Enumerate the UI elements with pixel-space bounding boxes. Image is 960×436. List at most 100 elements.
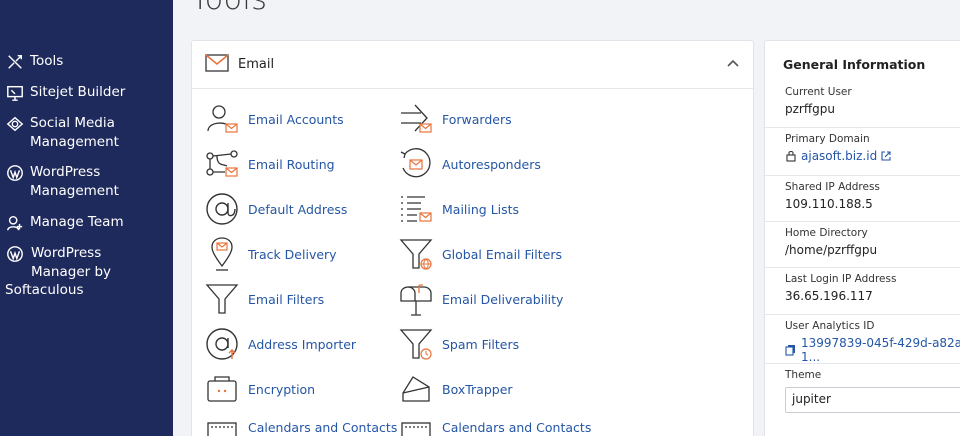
analytics-id-row: User Analytics ID 13997839-045f-429d-a82… xyxy=(765,314,960,364)
tools-icon xyxy=(5,52,25,72)
tool-label: Spam Filters xyxy=(442,336,520,352)
tool-calendars-contacts[interactable]: Calendars and Contacts xyxy=(205,409,397,436)
chevron-up-icon[interactable] xyxy=(725,56,741,72)
last-login-value: 36.65.196.117 xyxy=(785,289,873,303)
tool-label: Calendars and Contacts xyxy=(248,419,398,435)
mailing-list-icon xyxy=(399,191,433,227)
sidebar-item-wordpress-manager[interactable]: WordPress Manager by xyxy=(0,244,111,282)
theme-row: Theme jupiter xyxy=(765,363,960,413)
spam-filter-icon xyxy=(399,326,433,362)
calendar-icon xyxy=(399,409,433,436)
tool-label: Encryption xyxy=(248,381,316,397)
autoresponder-icon xyxy=(399,146,433,182)
sidebar-item-tools[interactable]: Tools xyxy=(0,52,63,72)
encryption-icon xyxy=(205,371,239,407)
tool-label: Track Delivery xyxy=(248,246,337,262)
analytics-id-value: 13997839-045f-429d-a82a-1... xyxy=(801,336,960,364)
analytics-id-link[interactable]: 13997839-045f-429d-a82a-1... xyxy=(785,336,960,364)
tool-email-accounts[interactable]: Email Accounts xyxy=(205,101,344,137)
sidebar-item-label: WordPress Manager by xyxy=(31,245,112,280)
lock-icon xyxy=(785,150,797,162)
email-panel-title: Email xyxy=(238,57,275,72)
wordpress-icon xyxy=(5,244,25,264)
tool-label: Forwarders xyxy=(442,111,512,127)
primary-domain-value: ajasoft.biz.id xyxy=(801,149,878,163)
sidebar-item-manage-team[interactable]: Manage Team xyxy=(0,213,124,233)
sidebar-item-label: Sitejet Builder xyxy=(30,84,126,100)
tool-autoresponders[interactable]: Autoresponders xyxy=(399,146,541,182)
tool-address-importer[interactable]: Address Importer xyxy=(205,326,356,362)
tool-calendars-contacts-2[interactable]: Calendars and Contacts xyxy=(399,409,591,436)
tool-email-filters[interactable]: Email Filters xyxy=(205,281,324,317)
shared-ip-value: 109.110.188.5 xyxy=(785,197,873,211)
sidebar-item-label: WordPress Management xyxy=(30,164,119,199)
current-user-label: Current User xyxy=(785,86,852,98)
sidebar-item-sitejet[interactable]: Sitejet Builder xyxy=(0,83,125,103)
monitor-icon xyxy=(5,83,25,103)
tool-label: Autoresponders xyxy=(442,156,541,172)
sidebar-item-wordpress-management[interactable]: WordPress Management xyxy=(0,163,119,201)
email-routing-icon xyxy=(205,146,239,182)
theme-label: Theme xyxy=(785,369,822,381)
external-link-icon xyxy=(880,150,892,162)
address-importer-icon xyxy=(205,326,239,362)
email-panel: Email Email Accounts Email Routing Defau… xyxy=(191,40,754,436)
theme-select[interactable]: jupiter xyxy=(785,387,960,413)
social-icon xyxy=(5,114,25,134)
page-title: Tools xyxy=(191,0,267,17)
tool-label: Default Address xyxy=(248,201,348,217)
tool-boxtrapper[interactable]: BoxTrapper xyxy=(399,371,513,407)
tool-label: Email Filters xyxy=(248,291,325,307)
last-login-row: Last Login IP Address 36.65.196.117 xyxy=(765,267,960,303)
tool-default-address[interactable]: Default Address xyxy=(205,191,347,227)
mailbox-icon xyxy=(399,281,433,317)
boxtrapper-icon xyxy=(399,371,433,407)
current-user-value: pzrffgpu xyxy=(785,102,835,116)
tool-global-email-filters[interactable]: Global Email Filters xyxy=(399,236,562,272)
shared-ip-label: Shared IP Address xyxy=(785,181,880,193)
email-panel-header[interactable]: Email xyxy=(192,41,753,89)
sidebar-item-label: Social Media Management xyxy=(30,115,119,150)
home-directory-value: /home/pzrffgpu xyxy=(785,243,878,257)
primary-domain-label: Primary Domain xyxy=(785,133,870,145)
track-delivery-icon xyxy=(205,236,239,272)
tool-mailing-lists[interactable]: Mailing Lists xyxy=(399,191,519,227)
tool-email-routing[interactable]: Email Routing xyxy=(205,146,335,182)
envelope-icon xyxy=(205,53,229,76)
filter-icon xyxy=(205,281,239,317)
home-directory-label: Home Directory xyxy=(785,227,868,239)
primary-domain-link[interactable]: ajasoft.biz.id xyxy=(785,149,960,163)
tool-label: Mailing Lists xyxy=(442,201,520,217)
general-information-card: General Information Current User pzrffgp… xyxy=(764,40,960,436)
team-icon xyxy=(5,213,25,233)
tool-label: Global Email Filters xyxy=(442,246,562,262)
tool-encryption[interactable]: Encryption xyxy=(205,371,315,407)
general-information-title: General Information xyxy=(783,57,926,72)
sidebar-item-label: Tools xyxy=(30,53,64,69)
tool-email-deliverability[interactable]: Email Deliverability xyxy=(399,281,563,317)
tool-label: Email Deliverability xyxy=(442,291,564,307)
copy-icon[interactable] xyxy=(785,344,797,356)
tool-label: Email Accounts xyxy=(248,111,344,127)
tool-label: Calendars and Contacts xyxy=(442,419,592,435)
sidebar: Tools Sitejet Builder Social Media Manag… xyxy=(0,0,173,436)
calendar-icon xyxy=(205,409,239,436)
sidebar-item-label: Manage Team xyxy=(30,214,124,230)
forwarders-icon xyxy=(399,101,433,137)
global-filter-icon xyxy=(399,236,433,272)
current-user-row: Current User pzrffgpu xyxy=(765,81,960,116)
at-icon xyxy=(205,191,239,227)
tool-forwarders[interactable]: Forwarders xyxy=(399,101,512,137)
tool-label: BoxTrapper xyxy=(442,381,513,397)
tool-label: Email Routing xyxy=(248,156,335,172)
wordpress-icon xyxy=(5,163,25,183)
last-login-label: Last Login IP Address xyxy=(785,273,897,285)
email-accounts-icon xyxy=(205,101,239,137)
tool-spam-filters[interactable]: Spam Filters xyxy=(399,326,519,362)
sidebar-item-label-softaculous: Softaculous xyxy=(5,282,84,298)
sidebar-item-social-media[interactable]: Social Media Management xyxy=(0,114,119,152)
primary-domain-row: Primary Domain ajasoft.biz.id xyxy=(765,127,960,163)
home-directory-row: Home Directory /home/pzrffgpu xyxy=(765,221,960,257)
shared-ip-row: Shared IP Address 109.110.188.5 xyxy=(765,175,960,211)
tool-track-delivery[interactable]: Track Delivery xyxy=(205,236,337,272)
